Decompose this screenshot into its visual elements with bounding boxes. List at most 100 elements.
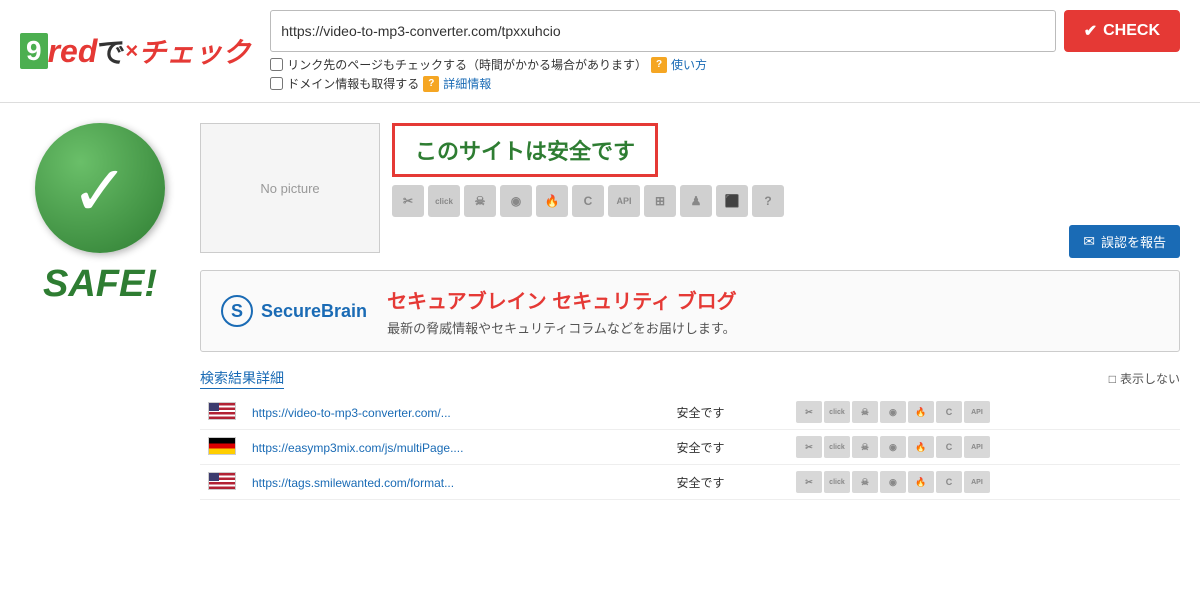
option2-text: ドメイン情報も取得する bbox=[287, 75, 419, 92]
securebrain-banner: S SecureBrain セキュアブレイン セキュリティ ブログ 最新の脅威情… bbox=[200, 270, 1180, 352]
logo-check-jp: チェック bbox=[138, 31, 250, 71]
mini-icon-api-3: API bbox=[964, 471, 990, 493]
mini-icon-scissors-1: ✂ bbox=[796, 401, 822, 423]
result-status-1: 安全です bbox=[676, 406, 724, 420]
sec-icon-api: API bbox=[608, 185, 640, 217]
sb-subtitle: 最新の脅威情報やセキュリティコラムなどをお届けします。 bbox=[387, 318, 737, 337]
results-section: 検索結果詳細 □ 表示しない https://video-to-mp3-conv… bbox=[200, 368, 1180, 500]
search-area: ✔ CHECK リンク先のページもチェックする（時間がかかる場合があります） ?… bbox=[270, 10, 1180, 92]
logo-de: で bbox=[97, 31, 125, 71]
right-panel: No picture このサイトは安全です ✂ click ☠ ◉ 🔥 C AP… bbox=[200, 123, 1180, 500]
option1-link[interactable]: 使い方 bbox=[671, 56, 707, 73]
logo-x: × bbox=[125, 38, 138, 64]
logo: 9 red で × チェック bbox=[20, 31, 250, 71]
securebrain-logo: S SecureBrain bbox=[221, 295, 367, 327]
mini-icon-circle-2: ◉ bbox=[880, 436, 906, 458]
site-preview-area: No picture このサイトは安全です ✂ click ☠ ◉ 🔥 C AP… bbox=[200, 123, 1180, 258]
mini-icon-api-2: API bbox=[964, 436, 990, 458]
result-status-3: 安全です bbox=[676, 476, 724, 490]
mini-icon-fire-3: 🔥 bbox=[908, 471, 934, 493]
results-table: https://video-to-mp3-converter.com/... 安… bbox=[200, 395, 1180, 500]
table-row: https://video-to-mp3-converter.com/... 安… bbox=[200, 395, 1180, 430]
logo-9: 9 bbox=[20, 33, 48, 69]
safe-banner: このサイトは安全です bbox=[392, 123, 658, 177]
table-row: https://easymp3mix.com/js/multiPage.... … bbox=[200, 430, 1180, 465]
mini-icon-circle-3: ◉ bbox=[880, 471, 906, 493]
safe-label: SAFE! bbox=[43, 263, 157, 306]
mini-icons-3: ✂ click ☠ ◉ 🔥 C API bbox=[796, 471, 1172, 493]
check-icon: ✔ bbox=[1084, 21, 1097, 41]
site-info-area: このサイトは安全です ✂ click ☠ ◉ 🔥 C API ⊞ ♟ ⬛ ? ✉ bbox=[392, 123, 1180, 258]
option1-checkbox[interactable] bbox=[270, 58, 283, 71]
logo-red: red bbox=[48, 33, 98, 70]
safe-circle: ✓ bbox=[35, 123, 165, 253]
sec-icon-circle: ◉ bbox=[500, 185, 532, 217]
hide-box-icon: □ bbox=[1109, 372, 1116, 386]
results-title-link[interactable]: 検索結果詳細 bbox=[200, 368, 284, 389]
mini-icon-click-1: click bbox=[824, 401, 850, 423]
search-row: ✔ CHECK bbox=[270, 10, 1180, 52]
left-panel: ✓ SAFE! bbox=[20, 123, 180, 500]
flag-us-3 bbox=[208, 472, 236, 490]
no-picture-text: No picture bbox=[260, 181, 319, 196]
result-url-2[interactable]: https://easymp3mix.com/js/multiPage.... bbox=[252, 441, 463, 455]
mini-icon-skull-3: ☠ bbox=[852, 471, 878, 493]
sec-icon-question: ? bbox=[752, 185, 784, 217]
mini-icon-fire-2: 🔥 bbox=[908, 436, 934, 458]
mini-icon-click-2: click bbox=[824, 436, 850, 458]
check-button-label: CHECK bbox=[1103, 22, 1160, 40]
report-button-label: 誤認を報告 bbox=[1101, 232, 1166, 251]
option2-checkbox[interactable] bbox=[270, 77, 283, 90]
sec-icon-skull: ☠ bbox=[464, 185, 496, 217]
check-button[interactable]: ✔ CHECK bbox=[1064, 10, 1180, 52]
mini-icon-c-2: C bbox=[936, 436, 962, 458]
mini-icon-skull-2: ☠ bbox=[852, 436, 878, 458]
flag-de-2 bbox=[208, 437, 236, 455]
sec-icon-box: ⬛ bbox=[716, 185, 748, 217]
option2-link[interactable]: 詳細情報 bbox=[443, 75, 491, 92]
sec-icon-fire: 🔥 bbox=[536, 185, 568, 217]
mini-icon-fire-1: 🔥 bbox=[908, 401, 934, 423]
mini-icon-click-3: click bbox=[824, 471, 850, 493]
table-row: https://tags.smilewanted.com/format... 安… bbox=[200, 465, 1180, 500]
header: 9 red で × チェック ✔ CHECK リンク先のページもチェックする（時… bbox=[0, 0, 1200, 103]
result-url-1[interactable]: https://video-to-mp3-converter.com/... bbox=[252, 406, 451, 420]
option1-text: リンク先のページもチェックする（時間がかかる場合があります） bbox=[287, 56, 647, 73]
email-icon: ✉ bbox=[1083, 233, 1095, 250]
mini-icon-c-1: C bbox=[936, 401, 962, 423]
options-row: リンク先のページもチェックする（時間がかかる場合があります） ? 使い方 ドメイ… bbox=[270, 56, 1180, 92]
sec-icon-grid: ⊞ bbox=[644, 185, 676, 217]
mini-icons-2: ✂ click ☠ ◉ 🔥 C API bbox=[796, 436, 1172, 458]
option2-line: ドメイン情報も取得する ? 詳細情報 bbox=[270, 75, 1180, 92]
hide-link[interactable]: 表示しない bbox=[1120, 370, 1180, 387]
sec-icon-person: ♟ bbox=[680, 185, 712, 217]
sb-s-icon: S bbox=[221, 295, 253, 327]
result-status-2: 安全です bbox=[676, 441, 724, 455]
mini-icon-scissors-3: ✂ bbox=[796, 471, 822, 493]
results-header: 検索結果詳細 □ 表示しない bbox=[200, 368, 1180, 389]
sec-icon-c: C bbox=[572, 185, 604, 217]
option2-help-icon: ? bbox=[423, 76, 439, 92]
sb-text-area: セキュアブレイン セキュリティ ブログ 最新の脅威情報やセキュリティコラムなどを… bbox=[387, 285, 737, 337]
option1-help-icon: ? bbox=[651, 57, 667, 73]
main-content: ✓ SAFE! No picture このサイトは安全です ✂ click ☠ … bbox=[0, 103, 1200, 520]
report-button[interactable]: ✉ 誤認を報告 bbox=[1069, 225, 1180, 258]
security-icons: ✂ click ☠ ◉ 🔥 C API ⊞ ♟ ⬛ ? bbox=[392, 185, 1180, 217]
url-input[interactable] bbox=[270, 10, 1055, 52]
sec-icon-click: click bbox=[428, 185, 460, 217]
securebrain-name: SecureBrain bbox=[261, 301, 367, 322]
safe-checkmark-icon: ✓ bbox=[71, 156, 130, 226]
mini-icon-api-1: API bbox=[964, 401, 990, 423]
result-url-3[interactable]: https://tags.smilewanted.com/format... bbox=[252, 476, 454, 490]
sec-icon-scissors: ✂ bbox=[392, 185, 424, 217]
mini-icon-scissors-2: ✂ bbox=[796, 436, 822, 458]
flag-us-1 bbox=[208, 402, 236, 420]
mini-icon-circle-1: ◉ bbox=[880, 401, 906, 423]
mini-icon-skull-1: ☠ bbox=[852, 401, 878, 423]
hide-area: □ 表示しない bbox=[1109, 370, 1180, 387]
option1-line: リンク先のページもチェックする（時間がかかる場合があります） ? 使い方 bbox=[270, 56, 1180, 73]
no-picture-box: No picture bbox=[200, 123, 380, 253]
sb-title: セキュアブレイン セキュリティ ブログ bbox=[387, 285, 737, 314]
mini-icons-1: ✂ click ☠ ◉ 🔥 C API bbox=[796, 401, 1172, 423]
safe-banner-text: このサイトは安全です bbox=[415, 139, 635, 164]
